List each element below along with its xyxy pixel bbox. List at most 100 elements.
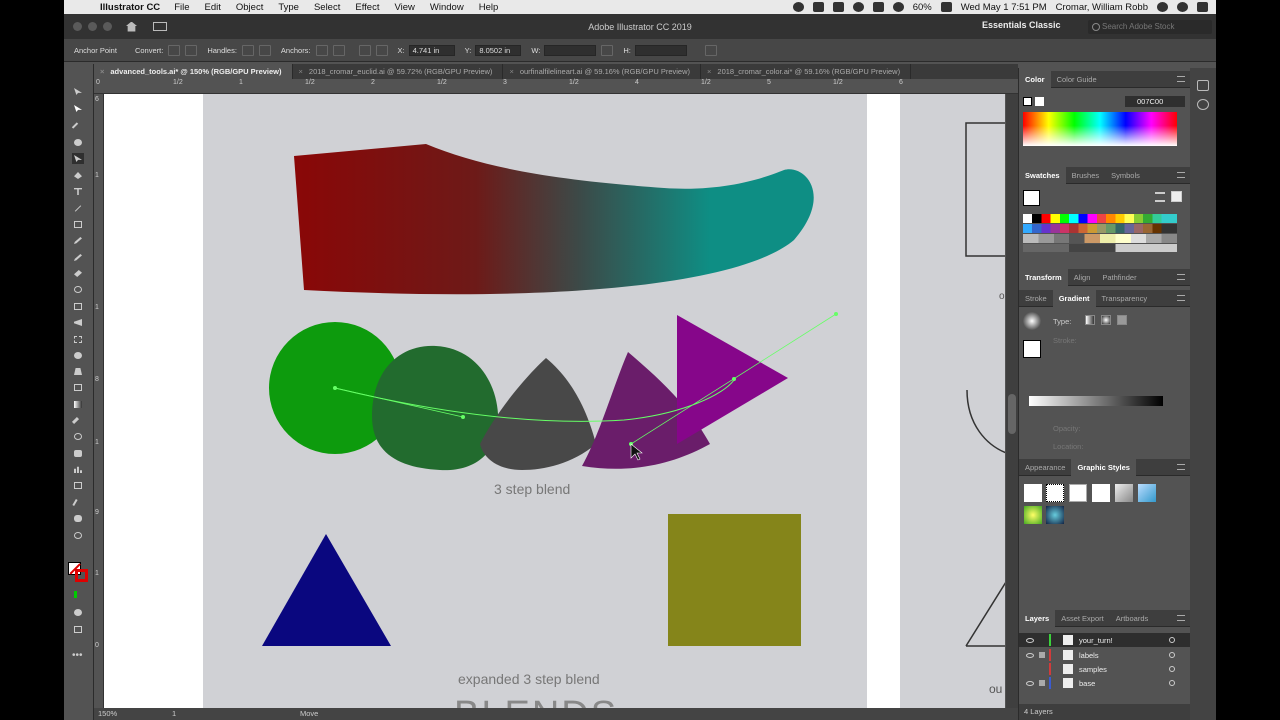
tab-brushes[interactable]: Brushes — [1066, 167, 1106, 184]
graphic-style-7[interactable] — [1024, 506, 1042, 524]
lock-icon[interactable] — [1039, 652, 1045, 658]
close-tab-icon[interactable]: × — [100, 67, 104, 76]
tab-swatches[interactable]: Swatches — [1019, 166, 1066, 184]
zoom-tool-icon[interactable] — [72, 530, 84, 541]
workspace-switcher[interactable]: Essentials Classic — [982, 20, 1061, 30]
menu-file[interactable]: File — [174, 2, 189, 13]
hex-field[interactable]: 007C00 — [1125, 96, 1185, 107]
square-olive[interactable] — [668, 514, 801, 646]
layer-row-labels[interactable]: labels — [1019, 648, 1191, 662]
close-tab-icon[interactable]: × — [707, 67, 711, 76]
stroke-swatch[interactable] — [75, 569, 88, 582]
spotlight-icon[interactable] — [1157, 2, 1168, 12]
tab-symbols[interactable]: Symbols — [1105, 167, 1146, 184]
graphic-style-5[interactable] — [1115, 484, 1133, 502]
color-spectrum[interactable] — [1023, 112, 1177, 146]
line-tool-icon[interactable] — [72, 203, 84, 214]
direct-selection-tool-icon[interactable] — [72, 103, 84, 114]
convert-corner-icon[interactable] — [168, 44, 181, 56]
edit-toolbar-icon[interactable]: ••• — [72, 650, 83, 661]
color-mode-icon[interactable] — [72, 589, 84, 600]
wifi-icon[interactable] — [892, 2, 904, 12]
slice-tool-icon[interactable] — [72, 497, 84, 508]
layer-target-icon[interactable] — [1169, 652, 1175, 658]
eyedropper-tool-icon[interactable] — [71, 415, 84, 426]
anchor-point[interactable] — [732, 377, 736, 381]
tab-color-guide[interactable]: Color Guide — [1051, 71, 1103, 88]
layer-name[interactable]: samples — [1079, 665, 1107, 674]
convert-smooth-icon[interactable] — [185, 44, 198, 56]
perspective-grid-tool-icon[interactable] — [72, 366, 84, 377]
tab-transform[interactable]: Transform — [1019, 268, 1068, 286]
lasso-tool-icon[interactable] — [72, 137, 84, 148]
libraries-icon[interactable] — [1197, 99, 1209, 110]
gradient-tool-icon[interactable] — [72, 399, 84, 410]
graphic-style-default[interactable] — [1024, 484, 1042, 502]
artboard-tool-icon[interactable] — [72, 480, 84, 491]
remove-anchor-icon[interactable] — [315, 44, 328, 56]
symbol-sprayer-tool-icon[interactable] — [72, 448, 84, 459]
layer-row-samples[interactable]: samples — [1019, 662, 1191, 676]
menu-edit[interactable]: Edit — [205, 2, 221, 13]
constrain-link-icon[interactable] — [601, 44, 614, 56]
layer-target-icon[interactable] — [1169, 666, 1175, 672]
layer-name[interactable]: base — [1079, 679, 1095, 688]
tab-stroke[interactable]: Stroke — [1019, 290, 1053, 307]
arrange-documents-icon[interactable] — [153, 22, 167, 31]
battery-percent[interactable]: 60% — [913, 2, 932, 13]
w-field[interactable] — [544, 44, 597, 56]
artboard-number[interactable]: 1 — [172, 709, 176, 718]
eraser-tool-icon[interactable] — [72, 268, 84, 279]
battery-icon[interactable] — [940, 2, 952, 12]
list-view-icon[interactable] — [1155, 192, 1165, 202]
tab-color[interactable]: × 2018_cromar_color.ai* @ 59.16% (RGB/GPU… — [701, 64, 912, 79]
status-icon[interactable] — [832, 2, 844, 12]
swatch-fill-indicator[interactable] — [1023, 190, 1040, 206]
shape-builder-tool-icon[interactable] — [72, 350, 84, 361]
swatch-grid[interactable] — [1023, 214, 1177, 252]
layer-name[interactable]: your_turn! — [1079, 636, 1113, 645]
tab-pathfinder[interactable]: Pathfinder — [1096, 269, 1142, 286]
bluetooth-icon[interactable] — [872, 2, 884, 12]
tab-advanced-tools[interactable]: × advanced_tools.ai* @ 150% (RGB/GPU Prev… — [94, 64, 293, 79]
align-icon[interactable] — [358, 44, 371, 56]
pen-tool-icon[interactable] — [72, 170, 84, 181]
layer-target-icon[interactable] — [1169, 637, 1175, 643]
handle-point[interactable] — [461, 415, 465, 419]
rectangle-tool-icon[interactable] — [72, 219, 84, 230]
menu-view[interactable]: View — [394, 2, 414, 13]
magic-wand-icon[interactable] — [71, 120, 84, 131]
curvature-tool-icon[interactable] — [72, 153, 84, 164]
rotate-tool-icon[interactable] — [72, 284, 84, 295]
x-field[interactable]: 4.741 in — [408, 44, 455, 56]
paintbrush-tool-icon[interactable] — [72, 235, 84, 246]
layer-row-base[interactable]: base — [1019, 676, 1191, 690]
zoom-level[interactable]: 150% — [98, 709, 117, 718]
graphic-style-6[interactable] — [1138, 484, 1156, 502]
menu-type[interactable]: Type — [278, 2, 299, 13]
home-icon[interactable] — [126, 21, 137, 32]
draw-mode-icon[interactable] — [72, 607, 84, 618]
tab-gradient[interactable]: Gradient — [1052, 289, 1096, 307]
gradient-preview[interactable] — [1023, 312, 1041, 330]
zoom-window-button[interactable] — [103, 22, 112, 31]
hand-tool-icon[interactable] — [72, 513, 84, 524]
clock[interactable]: Wed May 1 7:51 PM — [961, 2, 1047, 13]
tab-align[interactable]: Align — [1068, 269, 1097, 286]
graphic-style-8[interactable] — [1046, 506, 1064, 524]
close-tab-icon[interactable]: × — [509, 67, 513, 76]
menu-object[interactable]: Object — [236, 2, 263, 13]
tab-color[interactable]: Color — [1019, 70, 1051, 88]
tab-ourfinal[interactable]: × ourfinalfilelineart.ai @ 59.16% (RGB/GP… — [503, 64, 702, 79]
sync-icon[interactable] — [852, 2, 864, 12]
panel-menu-icon[interactable] — [1177, 274, 1185, 280]
properties-icon[interactable] — [1197, 80, 1209, 91]
linear-gradient-icon[interactable] — [1085, 315, 1095, 325]
visibility-eye-icon[interactable] — [1026, 652, 1034, 658]
y-field[interactable]: 8.0502 in — [475, 44, 522, 56]
notification-center-icon[interactable] — [1197, 2, 1208, 12]
panel-menu-icon[interactable] — [1177, 172, 1185, 178]
vertical-scrollbar[interactable] — [1006, 94, 1018, 708]
panel-menu-icon[interactable] — [1177, 76, 1185, 82]
scale-tool-icon[interactable] — [72, 301, 84, 312]
